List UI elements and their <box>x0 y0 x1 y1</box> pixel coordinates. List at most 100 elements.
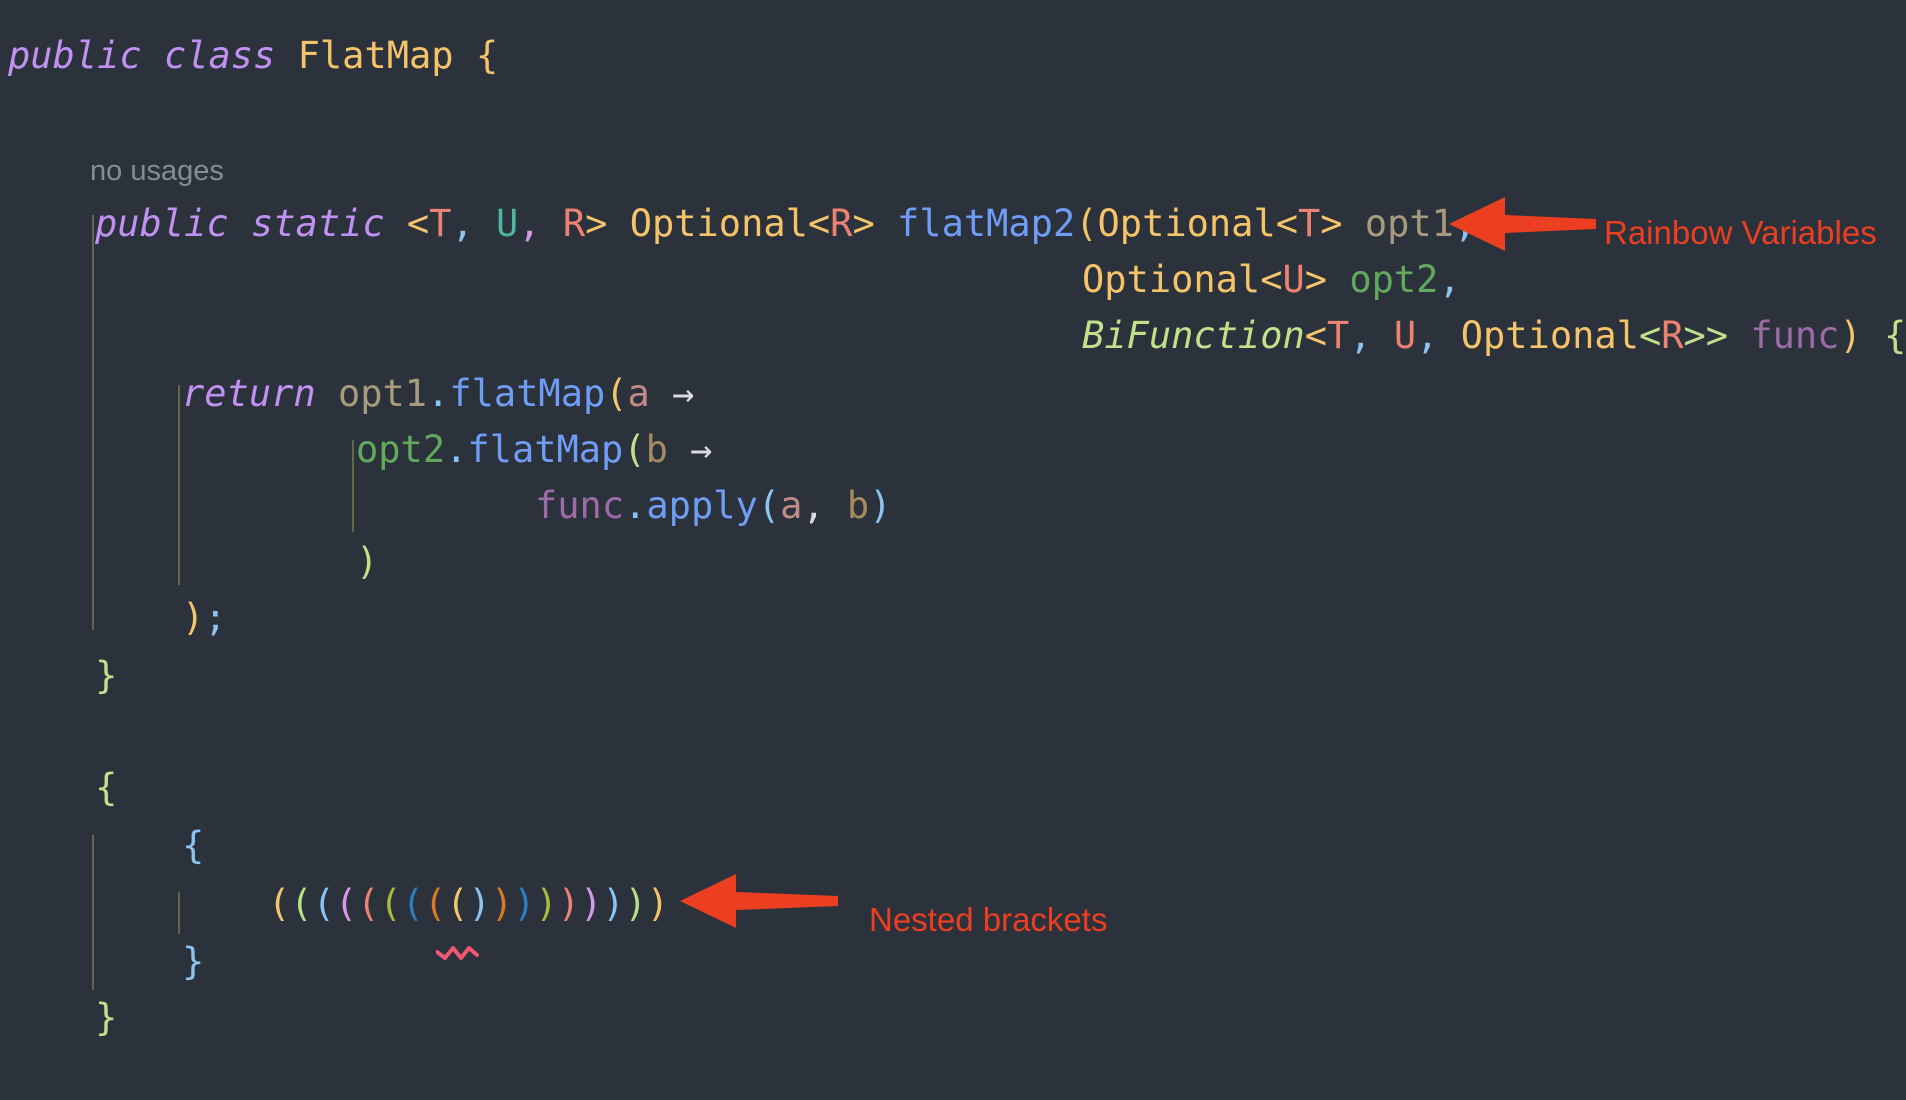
indent-guide <box>352 440 354 532</box>
close-bracket-9: ) <box>646 882 670 925</box>
line-open-block-outer[interactable]: { <box>95 760 117 816</box>
open-bracket-7: ( <box>401 882 424 925</box>
code-token: opt2 <box>1349 258 1439 301</box>
code-token: flatMap2 <box>897 202 1076 245</box>
annotation-nested-brackets-label: Nested brackets <box>869 901 1108 938</box>
indent-guide <box>92 835 94 990</box>
indent-guide <box>92 215 94 630</box>
code-token: T <box>429 202 452 245</box>
line-return-flatmap[interactable]: return opt1.flatMap(a → <box>182 366 694 422</box>
code-token: flatMap <box>467 428 624 471</box>
code-token: U <box>496 202 519 245</box>
code-token: } <box>182 940 205 983</box>
code-token: opt1 <box>1364 202 1454 245</box>
close-bracket-8: ) <box>624 882 647 925</box>
close-bracket-7: ) <box>602 882 625 925</box>
code-token: public <box>95 202 251 245</box>
code-token: . <box>427 372 450 415</box>
nested-bracket-group[interactable]: ((((((((())))))))) <box>268 882 669 925</box>
indent-guide <box>178 892 180 934</box>
open-bracket-6: ( <box>379 882 402 925</box>
open-bracket-3: ( <box>312 882 335 925</box>
line-func-apply[interactable]: func.apply(a, b) <box>535 478 891 534</box>
line-open-block-inner[interactable]: { <box>182 818 204 874</box>
code-token: < <box>406 202 430 245</box>
code-token: { <box>475 34 499 77</box>
code-token: ) <box>182 596 205 639</box>
open-bracket-8: ( <box>423 882 447 925</box>
line-close-method-brace[interactable]: } <box>95 648 117 704</box>
code-token: , <box>1438 258 1461 301</box>
close-bracket-5: ) <box>557 882 580 925</box>
open-bracket-4: ( <box>334 882 358 925</box>
code-token: ) <box>869 484 892 527</box>
error-squiggle-underline <box>435 920 482 976</box>
code-token: Optional< <box>1082 258 1283 301</box>
code-token: b <box>645 428 668 471</box>
line-close-block-inner[interactable]: } <box>182 934 204 990</box>
code-token: static <box>250 202 407 245</box>
line-method-signature[interactable]: public static <T, U, R> Optional<R> flat… <box>95 196 1476 252</box>
code-token: flatMap <box>449 372 606 415</box>
line-nested-brackets[interactable]: ((((((((())))))))) <box>268 876 669 960</box>
code-token: . <box>445 428 468 471</box>
line-class-decl[interactable]: public class FlatMap { <box>8 28 498 84</box>
open-bracket-2: ( <box>290 882 313 925</box>
code-token: R <box>1661 314 1684 357</box>
annotation-rainbow-variables-label: Rainbow Variables <box>1604 214 1877 251</box>
code-token: , <box>1416 314 1439 357</box>
line-close-paren-semicolon[interactable]: ); <box>182 590 227 646</box>
code-token: ( <box>623 428 646 471</box>
code-token: return <box>182 372 338 415</box>
line-inlay-no-usages[interactable]: no usages <box>90 140 224 196</box>
code-token: a <box>627 372 650 415</box>
code-token: R <box>830 202 853 245</box>
annotation-rainbow-variables-arrow-icon <box>1449 197 1596 251</box>
close-bracket-1: ) <box>468 882 491 925</box>
line-close-paren-inner[interactable]: ) <box>356 534 378 590</box>
code-token: Optional< <box>1097 202 1298 245</box>
code-token: U <box>1282 258 1305 301</box>
open-bracket-1: ( <box>268 882 291 925</box>
code-editor[interactable]: public class FlatMap { no usages public st… <box>0 0 1906 1100</box>
code-token: Optional <box>1460 314 1639 357</box>
open-bracket-5: ( <box>357 882 380 925</box>
code-token: } <box>95 996 118 1039</box>
code-token: ; <box>204 596 227 639</box>
code-token: func <box>1750 314 1840 357</box>
code-token: opt2 <box>356 428 446 471</box>
code-token: BiFunction <box>1082 314 1305 357</box>
code-token: >> <box>1683 314 1729 357</box>
code-token: U <box>1393 314 1417 357</box>
code-token: { <box>182 824 205 867</box>
line-close-block-outer[interactable]: } <box>95 990 117 1046</box>
close-bracket-6: ) <box>579 882 603 925</box>
code-token: } <box>95 654 118 697</box>
code-token: b <box>846 484 870 527</box>
open-bracket-9: ( <box>446 882 469 925</box>
line-param-func[interactable]: BiFunction<T, U, Optional<R>> func) { <box>1082 308 1906 364</box>
code-token: { <box>95 766 118 809</box>
code-token: T <box>1327 314 1350 357</box>
code-token: FlatMap <box>297 34 476 77</box>
code-token: ( <box>1075 202 1098 245</box>
code-token: T <box>1298 202 1321 245</box>
code-token: { <box>1884 314 1906 357</box>
code-token: → <box>672 372 695 415</box>
code-token: < <box>1304 314 1328 357</box>
indent-guide <box>178 385 180 585</box>
code-token: , <box>1349 314 1372 357</box>
code-token: , <box>451 202 474 245</box>
code-token: ( <box>757 484 781 527</box>
line-opt2-flatmap[interactable]: opt2.flatMap(b → <box>356 422 712 478</box>
code-token: public <box>8 34 164 77</box>
line-param-opt2[interactable]: Optional<U> opt2, <box>1082 252 1461 308</box>
close-bracket-3: ) <box>513 882 536 925</box>
close-bracket-4: ) <box>535 882 558 925</box>
